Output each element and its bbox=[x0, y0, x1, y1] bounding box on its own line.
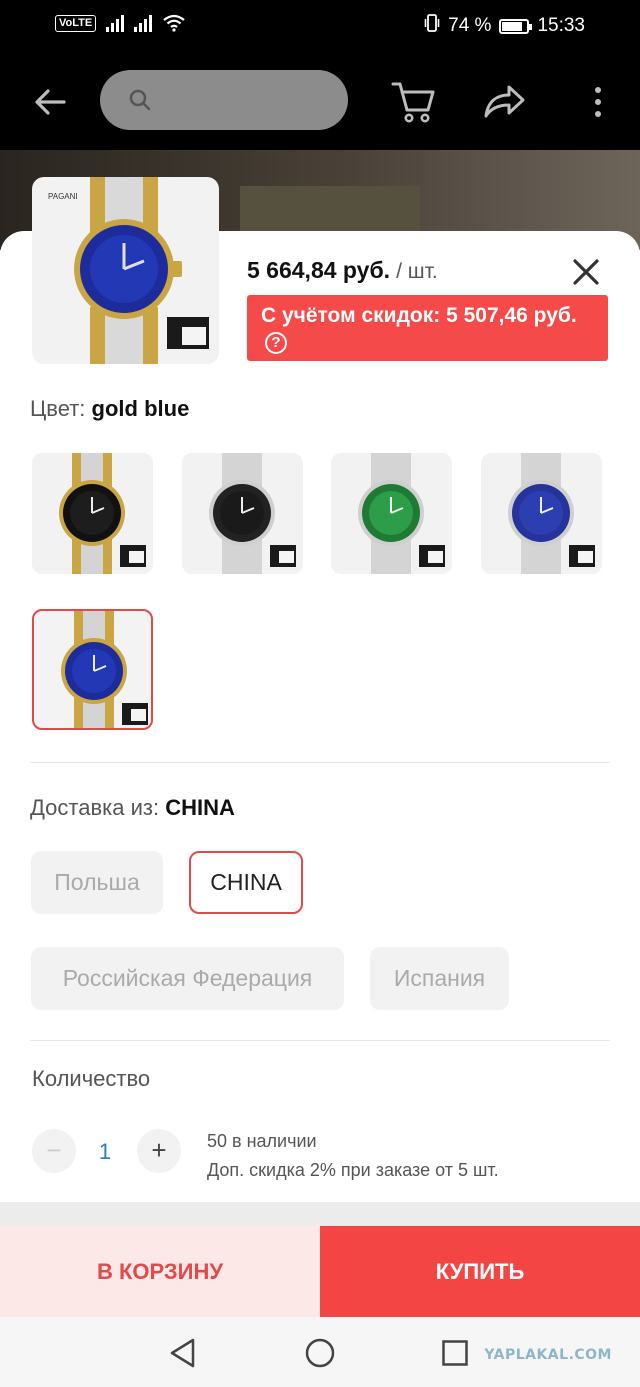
top-app-bar bbox=[0, 52, 640, 150]
shipping-label-text: Доставка из: bbox=[30, 795, 160, 820]
color-option[interactable] bbox=[32, 609, 153, 730]
nav-back-icon[interactable] bbox=[168, 1337, 198, 1369]
quantity-minus-button[interactable]: − bbox=[32, 1129, 76, 1173]
color-label: Цвет: gold blue bbox=[30, 396, 189, 422]
add-to-cart-button[interactable]: В КОРЗИНУ bbox=[0, 1226, 320, 1317]
more-button[interactable] bbox=[586, 82, 610, 122]
shipping-value: CHINA bbox=[165, 795, 235, 820]
quantity-value[interactable]: 1 bbox=[80, 1139, 130, 1165]
search-icon bbox=[129, 89, 151, 111]
back-button[interactable] bbox=[30, 82, 70, 122]
price-unit: / шт. bbox=[396, 260, 438, 283]
color-label-text: Цвет: bbox=[30, 396, 86, 421]
color-option[interactable] bbox=[32, 453, 153, 574]
signal-icon bbox=[134, 14, 153, 32]
separator-strip bbox=[0, 1202, 640, 1226]
battery-icon bbox=[499, 18, 533, 34]
status-bar: VoLTE 74 % 15:33 bbox=[0, 0, 640, 52]
ship-option-poland[interactable]: Польша bbox=[31, 851, 163, 914]
system-nav-bar: YAPLAKAL.COM bbox=[0, 1317, 640, 1387]
product-image: PAGANI bbox=[32, 177, 219, 364]
vibrate-icon bbox=[424, 13, 440, 39]
arrow-left-icon bbox=[35, 89, 66, 115]
divider bbox=[30, 762, 610, 763]
ship-option-china[interactable]: CHINA bbox=[189, 851, 303, 914]
volte-indicator: VoLTE bbox=[55, 14, 97, 32]
stock-count: 50 в наличии bbox=[207, 1131, 317, 1151]
svg-text:PAGANI: PAGANI bbox=[48, 192, 78, 201]
color-option[interactable] bbox=[481, 453, 602, 574]
help-icon[interactable]: ? bbox=[265, 332, 287, 354]
shipping-label: Доставка из: CHINA bbox=[30, 795, 235, 821]
search-input[interactable] bbox=[100, 70, 348, 130]
bulk-discount-note: Доп. скидка 2% при заказе от 5 шт. bbox=[207, 1160, 499, 1180]
cart-icon bbox=[391, 82, 435, 123]
quantity-label: Количество bbox=[32, 1066, 151, 1091]
close-icon bbox=[573, 259, 599, 285]
close-button[interactable] bbox=[570, 256, 602, 288]
buy-now-button[interactable]: КУПИТЬ bbox=[320, 1226, 640, 1317]
ship-option-spain[interactable]: Испания bbox=[370, 947, 509, 1010]
ship-option-russia[interactable]: Российская Федерация bbox=[31, 947, 344, 1010]
discount-text: С учётом скидок: 5 507,46 руб. bbox=[261, 304, 577, 327]
quantity-plus-button[interactable]: + bbox=[137, 1129, 181, 1173]
battery-percent: 74 % bbox=[448, 15, 492, 36]
nav-recents-icon[interactable] bbox=[442, 1340, 468, 1366]
cart-button[interactable] bbox=[390, 80, 436, 124]
clock: 15:33 bbox=[537, 15, 585, 36]
more-vertical-icon bbox=[595, 87, 601, 117]
color-option[interactable] bbox=[331, 453, 452, 574]
color-option[interactable] bbox=[182, 453, 303, 574]
wifi-icon bbox=[162, 14, 186, 32]
divider bbox=[30, 1040, 610, 1041]
share-button[interactable] bbox=[482, 82, 526, 122]
price-amount: 5 664,84 руб. bbox=[247, 257, 391, 283]
share-icon bbox=[484, 85, 525, 118]
nav-home-icon[interactable] bbox=[305, 1338, 335, 1368]
signal-icon bbox=[106, 14, 125, 32]
watermark: YAPLAKAL.COM bbox=[484, 1347, 612, 1363]
color-value: gold blue bbox=[91, 396, 190, 421]
discount-banner: С учётом скидок: 5 507,46 руб.? bbox=[247, 295, 608, 361]
price: 5 664,84 руб. / шт. bbox=[247, 257, 438, 284]
